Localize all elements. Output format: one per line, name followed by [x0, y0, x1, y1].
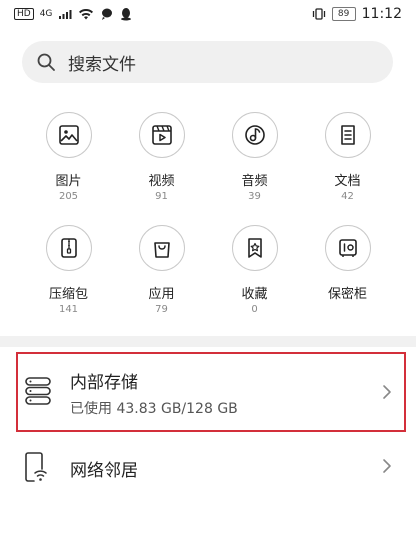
signal-icon: [59, 9, 72, 19]
category-icon-circle: [231, 225, 278, 271]
category-icon-circle: [138, 225, 185, 271]
category-icon-circle: [324, 225, 371, 271]
search-bar[interactable]: 搜索文件: [22, 41, 393, 83]
internal-storage-item[interactable]: 内部存储 已使用 43.83 GB/128 GB: [16, 352, 406, 432]
clock: 11:12: [361, 6, 402, 22]
category-icon-circle: [138, 112, 185, 158]
chevron-right-icon: [383, 459, 391, 473]
category-grid: 图片 205 视频 91 音频 39 文档 42 压缩包 141 应用 79 收…: [22, 112, 394, 315]
document-icon: [340, 125, 355, 145]
category-apps[interactable]: 应用 79: [115, 225, 208, 315]
category-audio[interactable]: 音频 39: [208, 112, 301, 202]
network-neighborhood-item[interactable]: 网络邻居: [16, 442, 406, 492]
category-documents[interactable]: 文档 42: [301, 112, 394, 202]
category-label: 应用: [148, 287, 175, 302]
storage-icon: [25, 377, 51, 405]
category-count: 205: [58, 191, 79, 202]
storage-title: 内部存储: [70, 373, 138, 393]
category-favorites[interactable]: 收藏 0: [208, 225, 301, 315]
vibrate-icon: [312, 8, 325, 20]
battery-indicator: 89: [331, 7, 356, 21]
category-icon-circle: [231, 112, 278, 158]
category-label: 音频: [241, 174, 268, 189]
category-row: 图片 205 视频 91 音频 39 文档 42: [22, 112, 394, 202]
category-icon-circle: [45, 225, 92, 271]
zip-icon: [60, 238, 77, 258]
penguin-icon: [121, 8, 132, 21]
category-videos[interactable]: 视频 91: [115, 112, 208, 202]
star-icon: [247, 238, 262, 258]
status-bar: HD 4G 89 11:12: [0, 0, 416, 28]
category-count: 79: [155, 304, 168, 315]
signal-4g-label: 4G: [39, 9, 53, 19]
category-label: 压缩包: [48, 287, 88, 302]
section-divider: [0, 336, 416, 347]
category-images[interactable]: 图片 205: [22, 112, 115, 202]
hd-badge: HD: [14, 8, 34, 20]
shopping-bag-icon: [153, 242, 170, 258]
music-icon: [244, 125, 265, 145]
category-icon-circle: [45, 112, 92, 158]
status-left: HD 4G: [14, 7, 132, 21]
category-row: 压缩包 141 应用 79 收藏 0 保密柜: [22, 225, 394, 315]
search-icon: [37, 53, 55, 71]
network-device-icon: [25, 452, 47, 482]
category-count: 39: [248, 191, 261, 202]
category-archives[interactable]: 压缩包 141: [22, 225, 115, 315]
category-icon-circle: [324, 112, 371, 158]
wifi-icon: [79, 9, 94, 20]
chat-icon: [102, 8, 113, 20]
safe-icon: [338, 239, 357, 257]
category-safe[interactable]: 保密柜: [301, 225, 394, 315]
storage-usage: 已使用 43.83 GB/128 GB: [70, 401, 238, 417]
category-count: 42: [341, 191, 354, 202]
category-count: 0: [251, 304, 258, 315]
category-label: 收藏: [241, 287, 268, 302]
chevron-right-icon: [383, 385, 391, 399]
video-icon: [151, 125, 172, 145]
category-label: 文档: [334, 174, 361, 189]
category-label: 图片: [55, 174, 82, 189]
category-count: 91: [155, 191, 168, 202]
image-icon: [58, 125, 79, 145]
category-count: 141: [58, 304, 79, 315]
search-input[interactable]: 搜索文件: [68, 50, 136, 75]
category-label: 视频: [148, 174, 175, 189]
status-right: 89 11:12: [312, 6, 402, 22]
category-label: 保密柜: [327, 287, 367, 302]
network-title: 网络邻居: [70, 461, 138, 481]
